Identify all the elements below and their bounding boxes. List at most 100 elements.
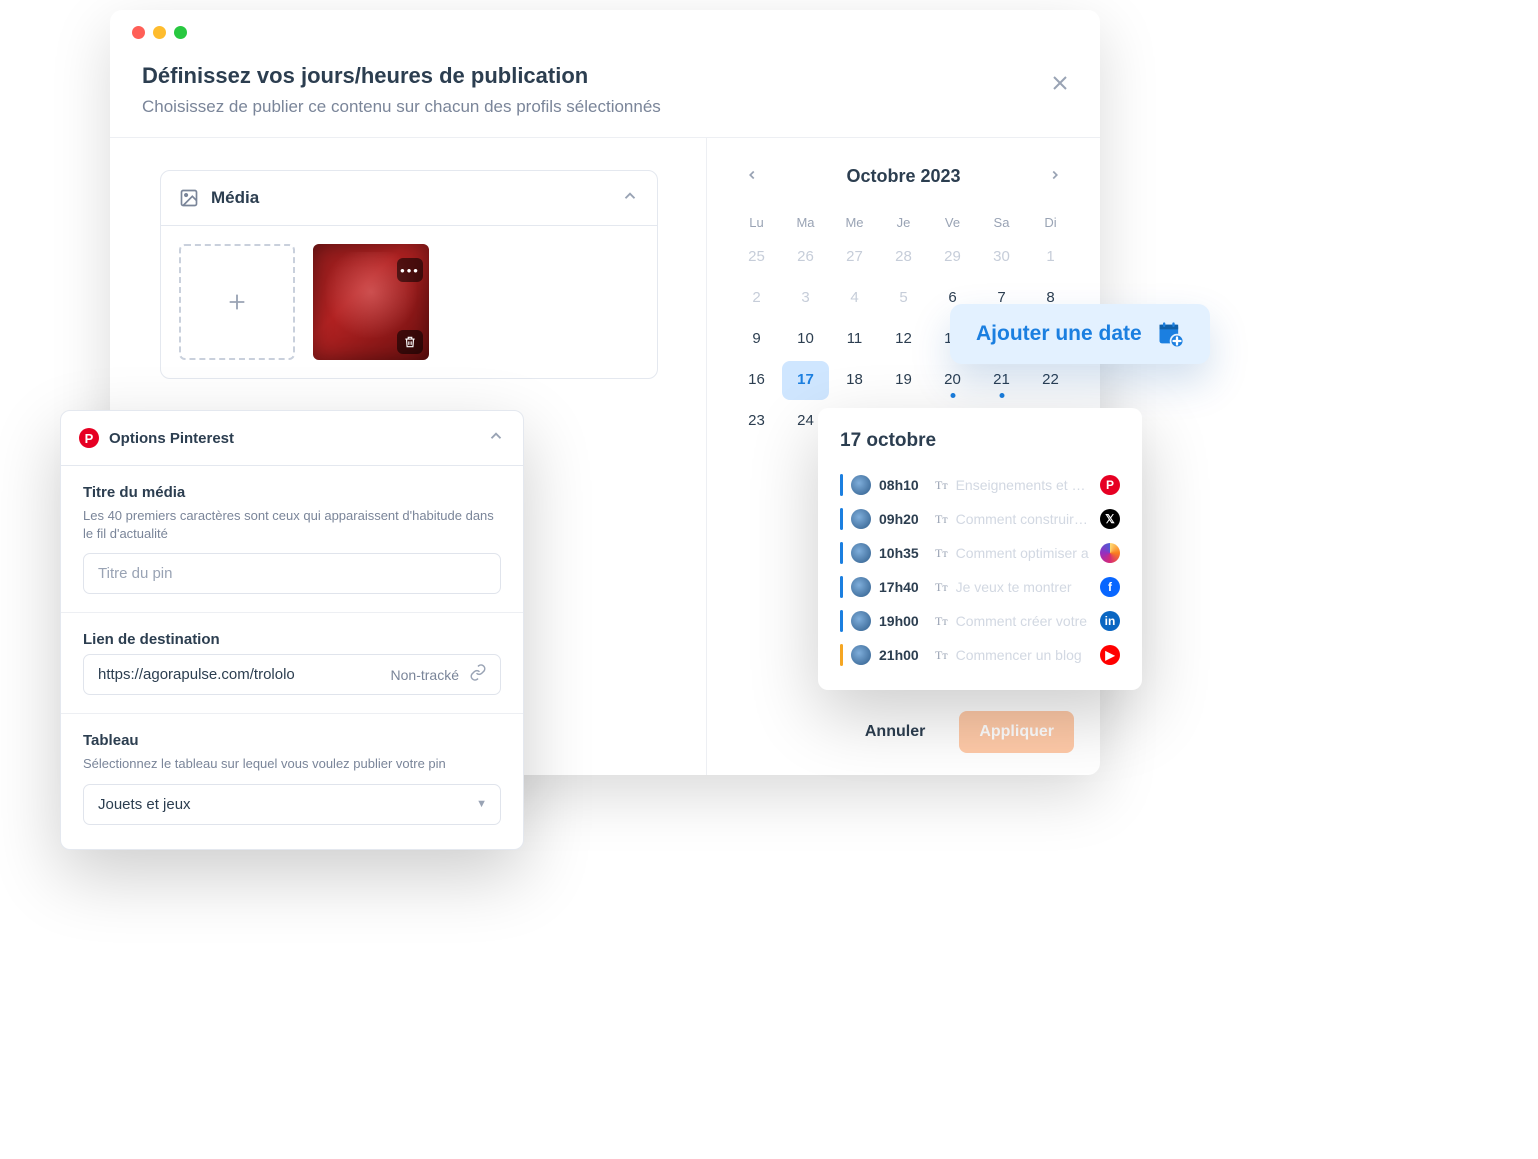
schedule-item[interactable]: 19h00TтComment créer votrein <box>840 604 1120 638</box>
modal-subtitle: Choisissez de publier ce contenu sur cha… <box>142 97 661 117</box>
text-icon: Tт <box>935 614 948 629</box>
add-date-button[interactable]: Ajouter une date <box>950 304 1210 364</box>
schedule-title: Comment créer votre <box>956 613 1092 629</box>
calendar-day[interactable]: 16 <box>733 361 780 400</box>
avatar <box>851 543 871 563</box>
calendar-day[interactable]: 9 <box>733 320 780 359</box>
calendar-dow: Ve <box>929 209 976 236</box>
apply-button[interactable]: Appliquer <box>959 711 1074 753</box>
link-icon[interactable] <box>469 663 487 686</box>
media-card: Média ••• <box>160 170 658 379</box>
window-controls <box>110 10 1100 39</box>
calendar-day[interactable]: 11 <box>831 320 878 359</box>
media-title: Média <box>211 188 259 208</box>
more-icon[interactable]: ••• <box>397 258 423 282</box>
modal-title: Définissez vos jours/heures de publicati… <box>142 63 661 89</box>
pin-title-input[interactable] <box>83 553 501 594</box>
calendar-dow: Je <box>880 209 927 236</box>
trash-icon[interactable] <box>397 330 423 354</box>
avatar <box>851 611 871 631</box>
pinterest-options-card: P Options Pinterest Titre du média Les 4… <box>60 410 524 850</box>
link-tracked-label: Non-tracké <box>391 667 459 683</box>
calendar-plus-icon <box>1156 320 1184 348</box>
calendar-day[interactable]: 28 <box>880 238 927 277</box>
facebook-icon: f <box>1100 577 1120 597</box>
schedule-item[interactable]: 09h20TтComment construire...𝕏 <box>840 502 1120 536</box>
day-popover-title: 17 octobre <box>840 430 1120 452</box>
add-date-label: Ajouter une date <box>976 322 1142 346</box>
calendar-dow: Me <box>831 209 878 236</box>
schedule-time: 19h00 <box>879 613 927 629</box>
calendar-day[interactable]: 1 <box>1027 238 1074 277</box>
minimize-window[interactable] <box>153 26 166 39</box>
next-month-button[interactable] <box>1040 162 1070 191</box>
media-thumbnail[interactable]: ••• <box>313 244 429 360</box>
text-icon: Tт <box>935 648 948 663</box>
calendar-day[interactable]: 30 <box>978 238 1025 277</box>
calendar-day[interactable]: 26 <box>782 238 829 277</box>
image-icon <box>179 188 199 208</box>
calendar-day[interactable]: 20 <box>929 361 976 400</box>
pinterest-title: Options Pinterest <box>109 430 234 447</box>
calendar-day[interactable]: 2 <box>733 279 780 318</box>
schedule-title: Comment construire... <box>956 511 1092 527</box>
cancel-button[interactable]: Annuler <box>845 711 945 753</box>
maximize-window[interactable] <box>174 26 187 39</box>
calendar-day[interactable]: 23 <box>733 402 780 441</box>
calendar-day[interactable]: 25 <box>733 238 780 277</box>
link-label: Lien de destination <box>83 631 501 648</box>
schedule-list: 08h10 Tт Enseignements et ob... P 09h20 Tт Com… <box>840 468 1120 672</box>
youtube-icon: ▶ <box>1100 645 1120 665</box>
calendar-dow: Ma <box>782 209 829 236</box>
media-title-hint: Les 40 premiers caractères sont ceux qui… <box>83 507 501 543</box>
prev-month-button[interactable] <box>737 162 767 191</box>
schedule-time: 08h10 <box>879 477 927 493</box>
collapse-icon[interactable] <box>621 185 639 211</box>
calendar-day[interactable]: 10 <box>782 320 829 359</box>
avatar <box>851 509 871 529</box>
calendar-day[interactable]: 3 <box>782 279 829 318</box>
day-schedule-popover: 17 octobre 08h10 Tт Enseignements et ob...… <box>818 408 1142 690</box>
schedule-item[interactable]: 17h40 Tт Je veux te montrer f <box>840 570 1120 604</box>
board-label: Tableau <box>83 732 501 749</box>
calendar-dow: Lu <box>733 209 780 236</box>
schedule-time: 17h40 <box>879 579 927 595</box>
calendar-day[interactable]: 22 <box>1027 361 1074 400</box>
calendar-day[interactable]: 17 <box>782 361 829 400</box>
calendar-dow: Di <box>1027 209 1074 236</box>
add-media-button[interactable] <box>179 244 295 360</box>
board-hint: Sélectionnez le tableau sur lequel vous … <box>83 755 501 773</box>
schedule-time: 09h20 <box>879 511 927 527</box>
instagram-icon <box>1100 543 1120 563</box>
calendar-day[interactable]: 18 <box>831 361 878 400</box>
close-icon[interactable] <box>1052 71 1068 97</box>
collapse-icon[interactable] <box>487 425 505 451</box>
text-icon: Tт <box>935 512 948 527</box>
schedule-item[interactable]: 10h35 Tт Comment optimiser a <box>840 536 1120 570</box>
schedule-title: Je veux te montrer <box>956 579 1092 595</box>
calendar-dow: Sa <box>978 209 1025 236</box>
schedule-title: Enseignements et ob... <box>956 477 1092 493</box>
board-select[interactable] <box>83 784 501 825</box>
schedule-item[interactable]: 08h10 Tт Enseignements et ob... P <box>840 468 1120 502</box>
schedule-title: Comment optimiser a <box>956 545 1092 561</box>
text-icon: Tт <box>935 546 948 561</box>
calendar-month-label: Octobre 2023 <box>846 166 960 187</box>
calendar-day[interactable]: 27 <box>831 238 878 277</box>
calendar-day[interactable]: 12 <box>880 320 927 359</box>
calendar-day[interactable]: 21 <box>978 361 1025 400</box>
schedule-time: 10h35 <box>879 545 927 561</box>
close-window[interactable] <box>132 26 145 39</box>
avatar <box>851 475 871 495</box>
text-icon: Tт <box>935 580 948 595</box>
pinterest-icon: P <box>1100 475 1120 495</box>
calendar-day[interactable]: 19 <box>880 361 927 400</box>
avatar <box>851 577 871 597</box>
calendar-day[interactable]: 4 <box>831 279 878 318</box>
text-icon: Tт <box>935 478 948 493</box>
calendar-day[interactable]: 5 <box>880 279 927 318</box>
schedule-item[interactable]: 21h00 Tт Commencer un blog ▶ <box>840 638 1120 672</box>
calendar-day[interactable]: 29 <box>929 238 976 277</box>
schedule-time: 21h00 <box>879 647 927 663</box>
schedule-title: Commencer un blog <box>956 647 1092 663</box>
